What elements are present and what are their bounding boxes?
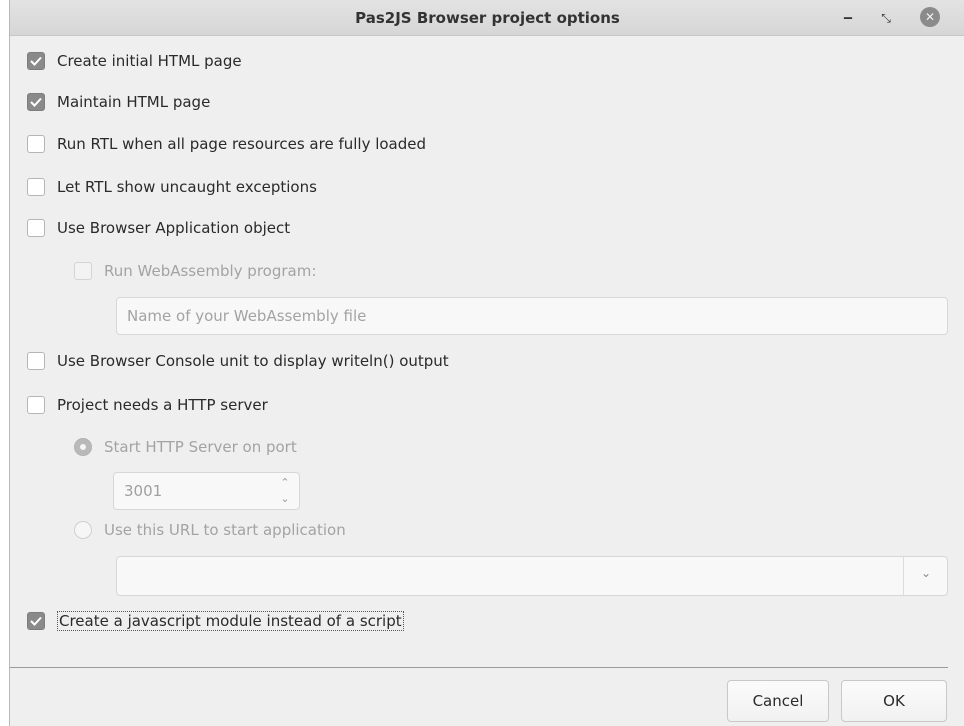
browser-console-checkbox[interactable]: [27, 352, 45, 370]
dialog-title: Pas2JS Browser project options: [355, 9, 620, 27]
maximize-icon[interactable]: ⤡: [876, 8, 896, 28]
check-icon: [30, 56, 42, 66]
button-divider: [10, 667, 948, 668]
js-module-option[interactable]: Create a javascript module instead of a …: [27, 609, 404, 633]
ok-button[interactable]: OK: [841, 680, 947, 722]
browser-app-object-label: Use Browser Application object: [57, 219, 291, 237]
rtl-exceptions-option[interactable]: Let RTL show uncaught exceptions: [27, 175, 317, 199]
browser-app-object-option[interactable]: Use Browser Application object: [27, 216, 290, 240]
create-initial-html-label: Create initial HTML page: [57, 52, 242, 70]
wasm-file-input[interactable]: [117, 298, 947, 334]
create-initial-html-checkbox[interactable]: [27, 52, 45, 70]
maintain-html-option[interactable]: Maintain HTML page: [27, 90, 210, 114]
check-icon: [30, 616, 42, 626]
title-bar[interactable]: Pas2JS Browser project options ‒ ⤡ ✕: [10, 0, 964, 36]
browser-console-option[interactable]: Use Browser Console unit to display writ…: [27, 349, 449, 373]
http-server-option[interactable]: Project needs a HTTP server: [27, 393, 268, 417]
use-url-radio[interactable]: [74, 521, 92, 539]
browser-app-object-checkbox[interactable]: [27, 219, 45, 237]
chevron-down-icon[interactable]: ⌄: [276, 491, 294, 507]
run-rtl-loaded-checkbox[interactable]: [27, 135, 45, 153]
http-server-label: Project needs a HTTP server: [57, 396, 268, 414]
js-module-checkbox[interactable]: [27, 612, 45, 630]
chevron-up-icon[interactable]: ⌃: [276, 475, 294, 491]
cancel-button[interactable]: Cancel: [727, 680, 829, 722]
maintain-html-label: Maintain HTML page: [57, 93, 211, 111]
rtl-exceptions-checkbox[interactable]: [27, 178, 45, 196]
run-wasm-label: Run WebAssembly program:: [104, 262, 317, 280]
use-url-label: Use this URL to start application: [104, 521, 346, 539]
create-initial-html-option[interactable]: Create initial HTML page: [27, 49, 242, 73]
use-url-radio-option[interactable]: Use this URL to start application: [74, 518, 346, 542]
combo-separator: [903, 557, 904, 595]
close-icon[interactable]: ✕: [920, 7, 940, 27]
js-module-label: Create a javascript module instead of a …: [57, 611, 404, 631]
maintain-html-checkbox[interactable]: [27, 93, 45, 111]
start-server-label: Start HTTP Server on port: [104, 438, 297, 456]
check-icon: [30, 97, 42, 107]
start-server-radio[interactable]: [74, 438, 92, 456]
run-wasm-checkbox[interactable]: [74, 262, 92, 280]
port-spinbox[interactable]: 3001 ⌃ ⌄: [113, 472, 300, 510]
run-rtl-loaded-label: Run RTL when all page resources are full…: [57, 135, 427, 153]
http-server-checkbox[interactable]: [27, 396, 45, 414]
options-dialog: Pas2JS Browser project options ‒ ⤡ ✕ Cre…: [9, 0, 964, 726]
wasm-file-field[interactable]: [116, 297, 948, 335]
chevron-down-icon[interactable]: ⌄: [914, 566, 938, 586]
url-combobox[interactable]: ⌄: [116, 556, 948, 596]
run-rtl-loaded-option[interactable]: Run RTL when all page resources are full…: [27, 132, 426, 156]
minimize-icon[interactable]: ‒: [838, 8, 858, 28]
browser-console-label: Use Browser Console unit to display writ…: [57, 352, 449, 370]
start-server-radio-option[interactable]: Start HTTP Server on port: [74, 435, 297, 459]
run-wasm-option[interactable]: Run WebAssembly program:: [74, 259, 316, 283]
rtl-exceptions-label: Let RTL show uncaught exceptions: [57, 178, 317, 196]
port-value: 3001: [124, 482, 163, 500]
